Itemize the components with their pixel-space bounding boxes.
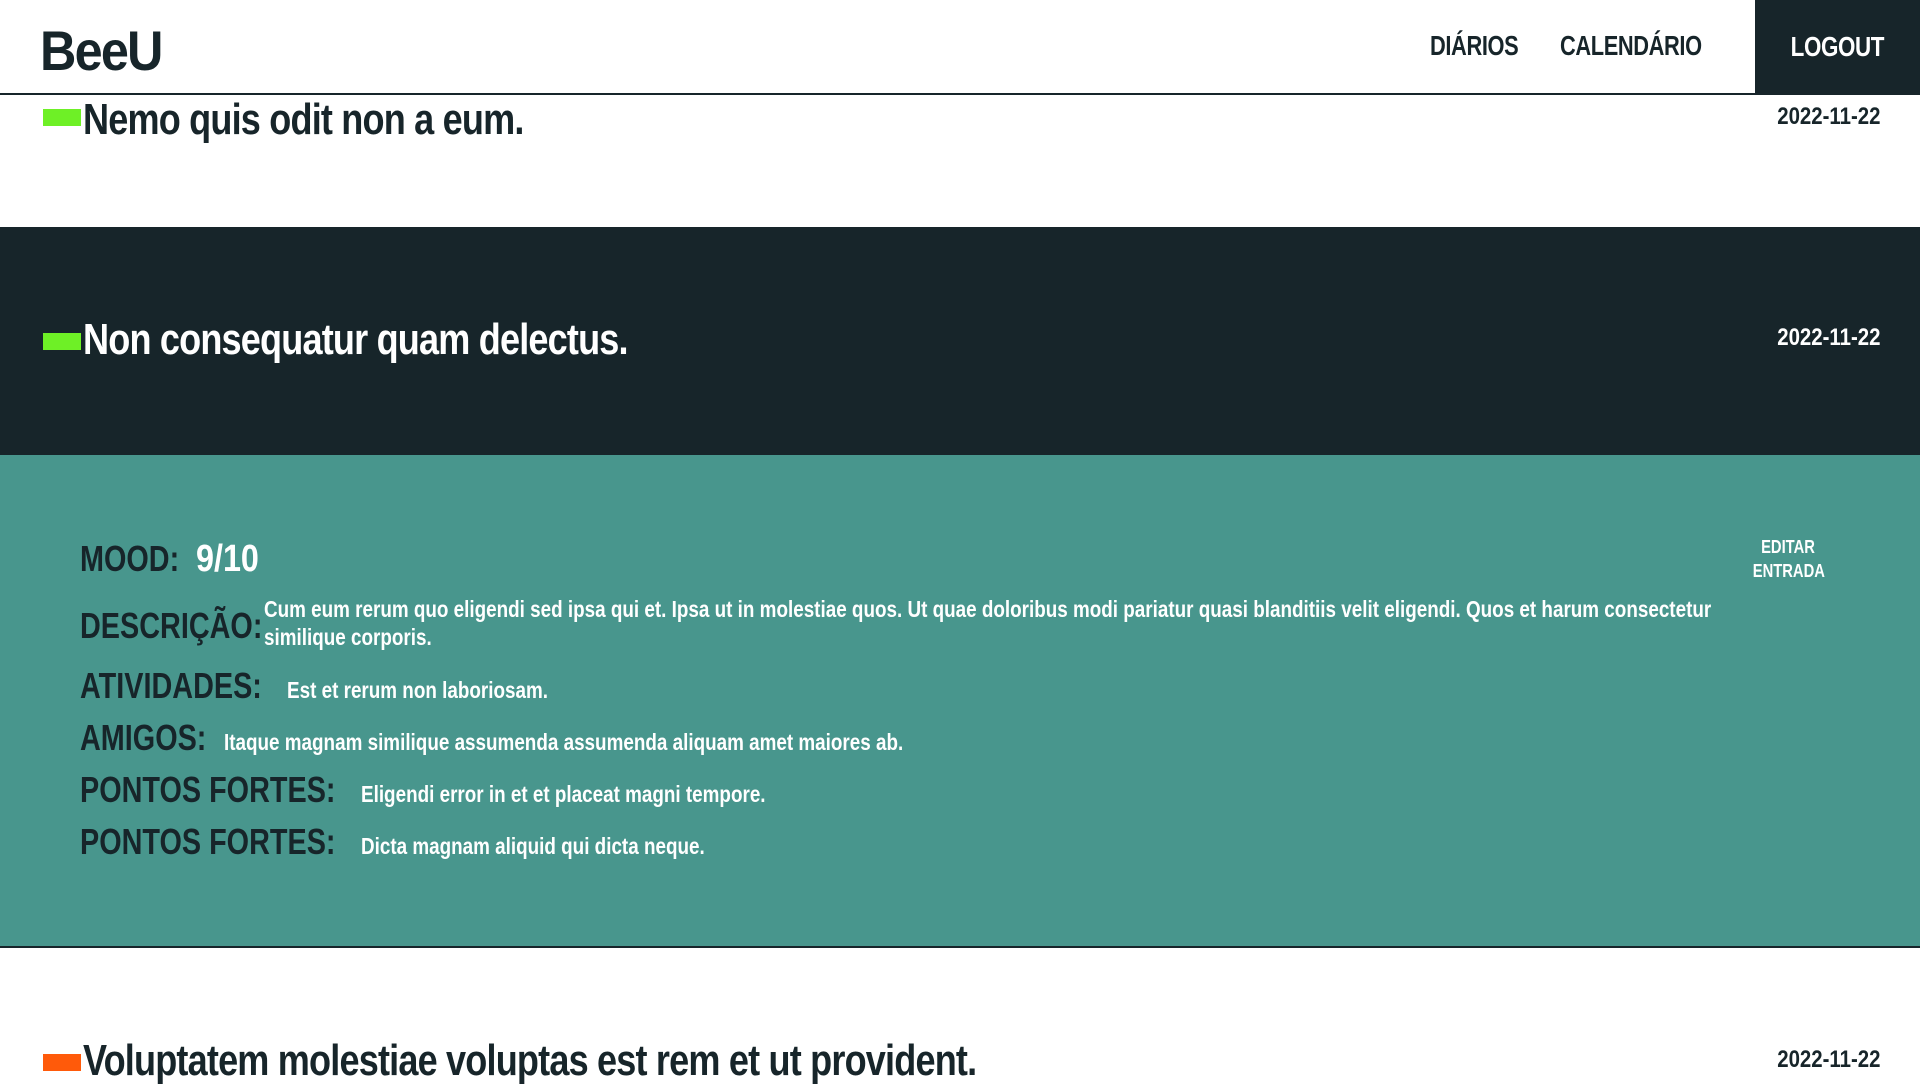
pontos-fortes-row: PONTOS FORTES: Dicta magnam aliquid qui …	[80, 821, 781, 863]
descricao-row: DESCRIÇÃO: Cum eum rerum quo eligendi se…	[80, 595, 1711, 650]
mood-indicator	[43, 333, 81, 350]
pontos-fortes-row: PONTOS FORTES: Eligendi error in et et p…	[80, 769, 855, 811]
diary-entry-row-selected[interactable]: Non consequatur quam delectus. 2022-11-2…	[0, 227, 1920, 455]
entry-detail-panel: MOOD: 9/10 DESCRIÇÃO: Cum eum rerum quo …	[0, 455, 1920, 948]
top-navbar: BeeU DIÁRIOS CALENDÁRIO LOGOUT	[0, 0, 1920, 95]
entry-date: 2022-11-22	[1776, 1046, 1880, 1073]
atividades-row: ATIVIDADES: Est et rerum non laboriosam.	[80, 665, 606, 707]
mood-value: 9/10	[195, 538, 259, 580]
amigos-row: AMIGOS: Itaque magnam similique assumend…	[80, 717, 1052, 759]
mood-label: MOOD:	[80, 538, 180, 579]
mood-row: MOOD: 9/10	[80, 538, 270, 581]
entry-title: Voluptatem molestiae voluptas est rem et…	[83, 1036, 977, 1085]
amigos-label: AMIGOS:	[80, 717, 207, 758]
logout-label: LOGOUT	[1790, 30, 1885, 62]
pontos-fortes-value: Eligendi error in et et placeat magni te…	[361, 781, 766, 807]
descricao-label: DESCRIÇÃO:	[80, 605, 263, 646]
pontos-fortes-label: PONTOS FORTES:	[80, 769, 336, 810]
diary-entry-row[interactable]: Nemo quis odit non a eum. 2022-11-22	[0, 95, 1920, 227]
atividades-label: ATIVIDADES:	[80, 665, 262, 706]
edit-entry-label-line1: EDITAR	[1761, 537, 1815, 557]
edit-entry-button[interactable]: EDITAR ENTRADA	[1752, 535, 1825, 583]
nav-diarios-link[interactable]: DIÁRIOS	[1430, 30, 1519, 62]
entry-date: 2022-11-22	[1776, 324, 1880, 351]
amigos-value: Itaque magnam similique assumenda assume…	[224, 729, 904, 755]
pontos-fortes-label: PONTOS FORTES:	[80, 821, 336, 862]
descricao-value: Cum eum rerum quo eligendi sed ipsa qui …	[264, 596, 1712, 650]
pontos-fortes-value: Dicta magnam aliquid qui dicta neque.	[361, 833, 706, 859]
entry-date: 2022-11-22	[1776, 103, 1880, 130]
diary-entry-row[interactable]: Voluptatem molestiae voluptas est rem et…	[0, 950, 1920, 1085]
logout-button[interactable]: LOGOUT	[1755, 0, 1920, 93]
atividades-value: Est et rerum non laboriosam.	[287, 677, 549, 703]
mood-indicator	[43, 109, 81, 126]
entry-title: Non consequatur quam delectus.	[83, 315, 629, 364]
entry-title: Nemo quis odit non a eum.	[83, 95, 524, 144]
app-logo[interactable]: BeeU	[40, 18, 163, 83]
nav-calendario-link[interactable]: CALENDÁRIO	[1560, 30, 1702, 62]
mood-indicator	[43, 1054, 81, 1071]
edit-entry-label-line2: ENTRADA	[1752, 561, 1825, 581]
